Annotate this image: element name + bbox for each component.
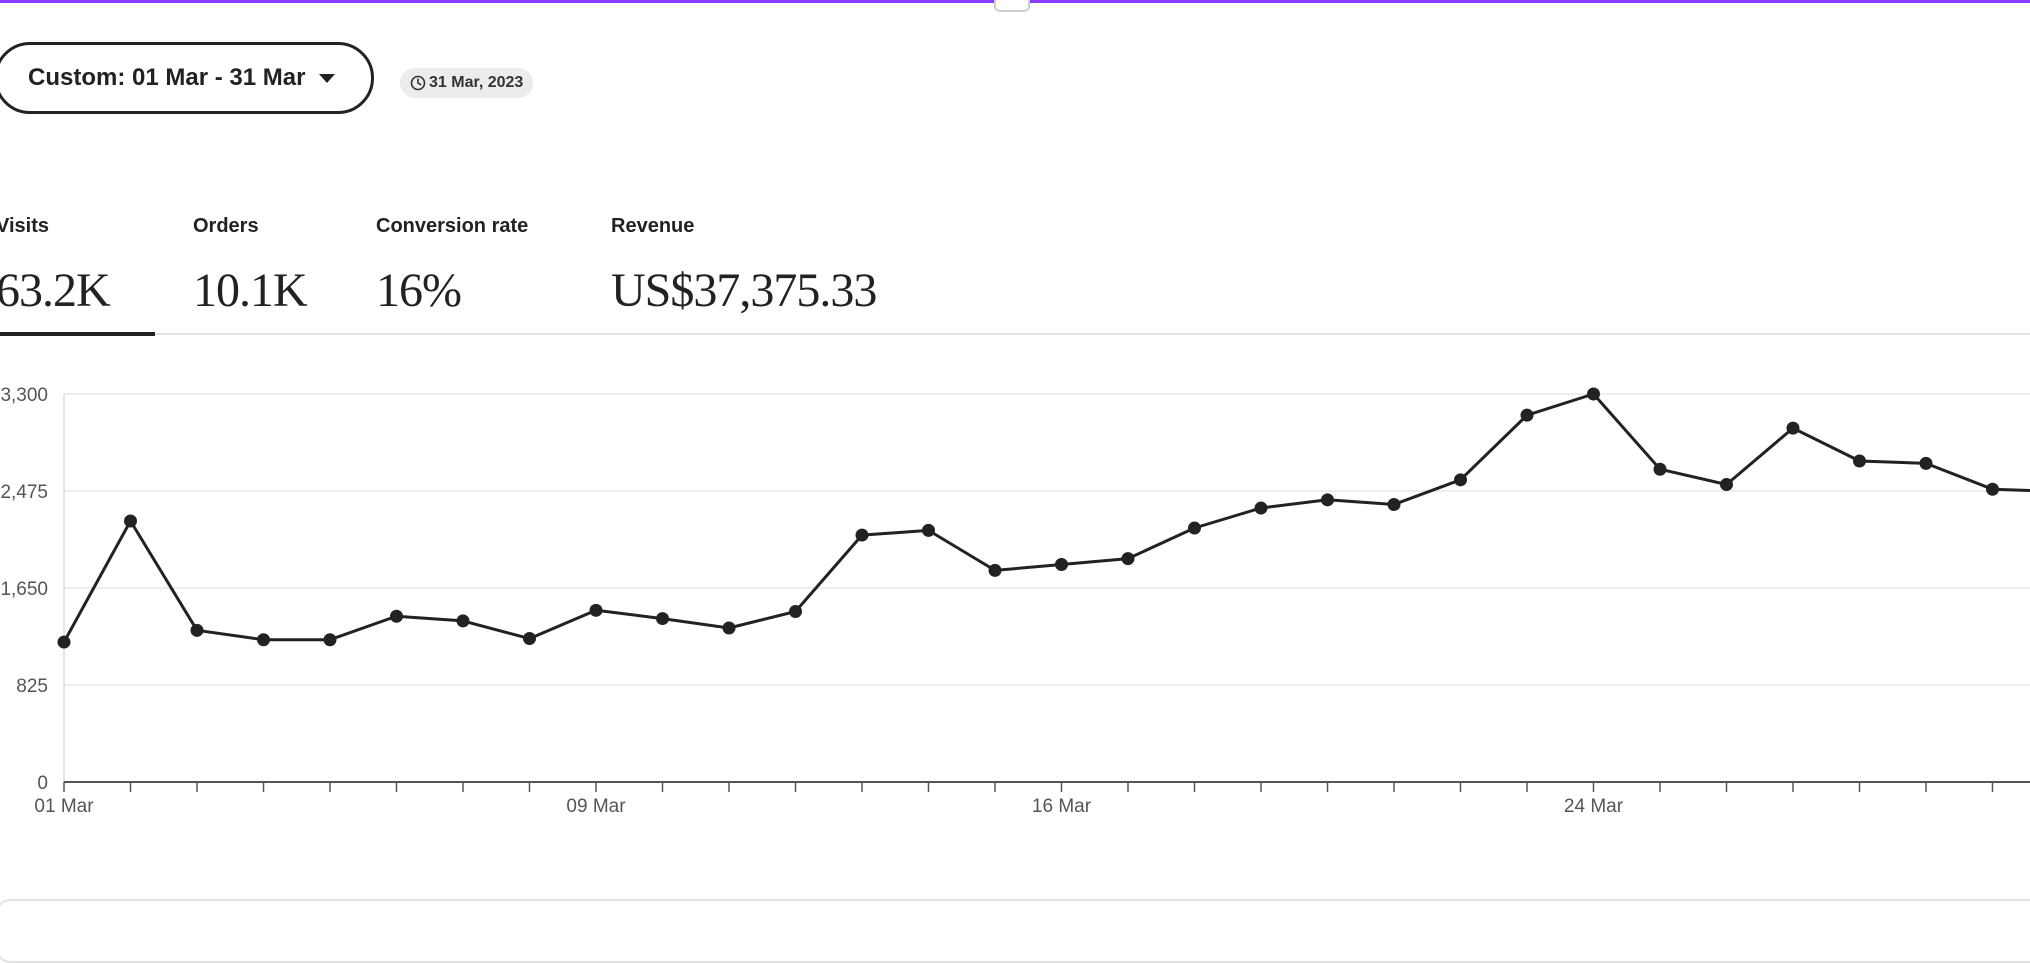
data-point: [589, 603, 603, 617]
date-range-label: Custom: 01 Mar - 31 Mar: [28, 64, 306, 91]
data-point: [1919, 456, 1933, 470]
clock-icon: [410, 75, 426, 91]
data-point: [1986, 482, 1999, 496]
data-point: [124, 514, 137, 528]
active-tab-indicator: [0, 332, 155, 336]
data-point: [190, 623, 204, 637]
data-point: [1853, 454, 1866, 468]
data-point: [1254, 501, 1268, 515]
data-point: [1321, 493, 1334, 507]
metric-tab-revenue[interactable]: Revenue US$37,375.33: [611, 212, 877, 318]
metric-tab-orders[interactable]: Orders 10.1K: [193, 212, 308, 318]
metric-label: Visits: [0, 215, 49, 237]
data-point: [1520, 408, 1534, 422]
bottom-card: [0, 899, 2030, 963]
y-tick-label: 0: [37, 773, 48, 794]
data-point: [855, 528, 869, 542]
data-point: [1786, 421, 1800, 435]
data-point: [1055, 557, 1068, 571]
y-tick-label: 2,475: [0, 482, 48, 503]
metric-value: 10.1K: [193, 264, 308, 317]
data-point: [722, 621, 736, 635]
data-point: [1387, 498, 1401, 512]
metric-label: Revenue: [611, 215, 695, 237]
data-point: [1454, 473, 1467, 487]
data-point: [523, 632, 536, 646]
x-tick-label: 09 Mar: [566, 796, 626, 817]
y-tick-label: 1,650: [0, 579, 48, 600]
x-tick-label: 01 Mar: [34, 796, 94, 817]
data-point: [57, 635, 71, 649]
metric-label: Orders: [193, 215, 259, 237]
x-tick-label: 24 Mar: [1564, 796, 1624, 817]
resize-handle[interactable]: [994, 0, 1030, 12]
data-point: [1188, 521, 1201, 535]
y-tick-label: 3,300: [0, 385, 48, 406]
data-point: [1653, 462, 1667, 476]
y-tick-label: 825: [16, 676, 48, 697]
updated-date: 31 Mar, 2023: [429, 74, 524, 91]
data-point: [1121, 552, 1135, 566]
x-tick-label: 16 Mar: [1032, 796, 1092, 817]
data-point: [988, 563, 1002, 577]
visits-line-chart: 0 825 1,650 2,475 3,300 01 Mar 09 Mar 16 Mar 24 …: [0, 385, 2030, 817]
metric-tab-visits[interactable]: Visits 63.2K: [0, 212, 111, 318]
data-point: [257, 633, 270, 647]
data-point: [390, 609, 403, 623]
metric-value: US$37,375.33: [611, 264, 877, 317]
metric-label: Conversion rate: [376, 215, 529, 237]
date-range-dropdown[interactable]: Custom: 01 Mar - 31 Mar: [0, 42, 374, 114]
metric-value: 16%: [376, 264, 462, 317]
data-point: [323, 633, 337, 647]
updated-date-badge: 31 Mar, 2023: [400, 68, 534, 98]
data-point: [1720, 478, 1733, 492]
data-point: [456, 614, 470, 628]
metric-value: 63.2K: [0, 264, 111, 317]
metric-tab-conversion-rate[interactable]: Conversion rate 16%: [376, 212, 528, 318]
caret-down-icon: [319, 73, 336, 83]
data-point: [789, 605, 802, 619]
data-point: [922, 523, 935, 537]
tabs-divider: [0, 333, 2030, 335]
data-point: [656, 612, 669, 626]
data-point: [1587, 387, 1600, 401]
series-line: [62, 392, 2030, 643]
